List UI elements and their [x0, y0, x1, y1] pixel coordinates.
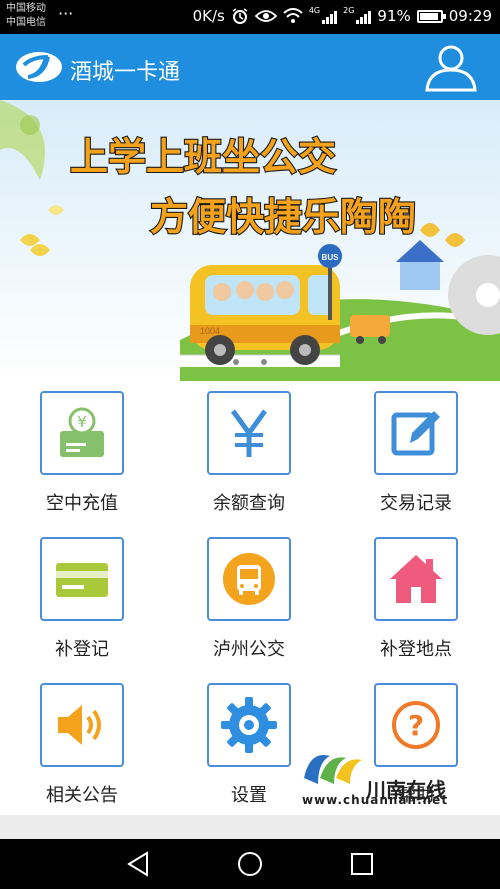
menu-label: 空中充值: [46, 493, 118, 514]
menu-item-locations[interactable]: 补登地点: [334, 527, 500, 673]
menu-icon-box: [40, 683, 124, 767]
system-nav-bar: [0, 839, 500, 889]
nav-home-button[interactable]: [230, 849, 270, 879]
card-icon: [56, 563, 108, 597]
menu-icon-box: ¥: [40, 391, 124, 475]
gear-icon: [221, 697, 277, 753]
menu-icon-box: [207, 683, 291, 767]
bus-icon: [223, 553, 275, 605]
menu-item-bus[interactable]: 泸州公交: [167, 527, 335, 673]
eye-icon: [254, 10, 277, 22]
menu-icon-box: [40, 537, 124, 621]
footer-strip: [0, 815, 500, 839]
home-circle-icon: [238, 852, 262, 876]
back-icon: [127, 851, 148, 877]
alarm-icon: [232, 8, 248, 24]
network-tag-2g: 2G: [343, 5, 355, 15]
signal-icon-2: [356, 8, 372, 24]
recharge-card-icon: ¥: [60, 407, 104, 457]
carrier-info: 中国移动 中国电信: [6, 2, 46, 30]
banner-line-1: 上学上班坐公交: [70, 135, 336, 179]
wifi-icon: [283, 8, 303, 23]
recents-icon: [351, 853, 373, 875]
app-header: 酒城一卡通: [0, 34, 500, 100]
menu-item-recharge[interactable]: ¥ 空中充值: [0, 381, 168, 527]
carrier-2: 中国电信: [6, 17, 46, 28]
speaker-icon: [58, 705, 101, 745]
banner-illustration: BUS 1004 上学上班坐公交 方便快捷乐陶陶: [0, 100, 500, 381]
nav-recents-button[interactable]: [342, 849, 382, 879]
svg-text:¥: ¥: [77, 413, 87, 431]
notification-overflow: ···: [58, 4, 74, 23]
menu-icon-box: [207, 537, 291, 621]
menu-icon-box: [374, 537, 458, 621]
signal-icon-1: [322, 8, 338, 24]
network-tag-4g: 4G: [308, 5, 321, 15]
menu-item-announcements[interactable]: 相关公告: [0, 673, 168, 819]
banner-line-2: 方便快捷乐陶陶: [150, 195, 416, 239]
bus-number-text: 1004: [200, 326, 220, 336]
menu-label: 补登地点: [380, 639, 452, 660]
yen-icon: [230, 409, 268, 457]
menu-icon-box: [374, 391, 458, 475]
watermark-url: www.chuannan.net: [302, 793, 449, 807]
svg-text:?: ?: [408, 709, 424, 742]
menu-label: 泸州公交: [213, 639, 285, 660]
status-bar: 中国移动 中国电信 ··· 0K/s 4G 2G 91% 09:29: [0, 0, 500, 34]
carrier-1: 中国移动: [6, 3, 46, 14]
menu-label: 交易记录: [380, 493, 452, 514]
promo-banner[interactable]: BUS 1004 上学上班坐公交 方便快捷乐陶陶: [0, 100, 500, 381]
menu-label: 补登记: [55, 639, 109, 660]
network-speed: 0K/s: [192, 7, 225, 25]
app-title: 酒城一卡通: [70, 60, 181, 85]
menu-label: 余额查询: [213, 493, 285, 514]
edit-record-icon: [391, 411, 440, 456]
menu-item-transactions[interactable]: 交易记录: [334, 381, 500, 527]
nav-back-button[interactable]: [118, 849, 158, 879]
home-icon: [390, 555, 442, 603]
watermark: 川南在线 www.chuannan.net: [300, 748, 460, 808]
battery-fill: [419, 12, 438, 20]
help-icon: ?: [392, 701, 440, 749]
menu-item-balance[interactable]: 余额查询: [167, 381, 335, 527]
menu-item-register[interactable]: 补登记: [0, 527, 168, 673]
app-logo-icon: [16, 52, 62, 82]
battery-percent: 91%: [377, 7, 411, 25]
watermark-logo: [304, 754, 362, 784]
menu-label: 相关公告: [46, 785, 118, 806]
user-profile-icon[interactable]: [424, 42, 478, 92]
clock: 09:29: [448, 7, 492, 25]
menu-icon-box: [207, 391, 291, 475]
battery-icon: [416, 9, 446, 23]
bus-sign-text: BUS: [322, 253, 340, 262]
